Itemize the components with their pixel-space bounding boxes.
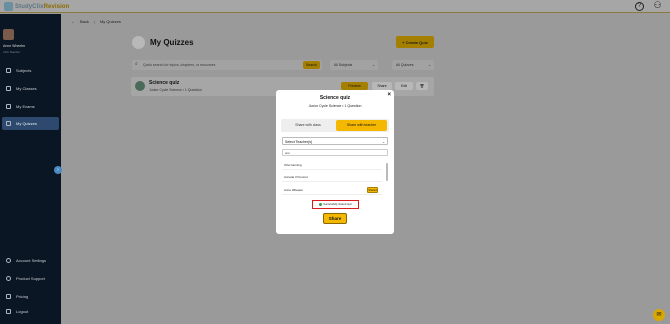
search-button[interactable]: Search (303, 61, 320, 69)
sidebar-item-label: Logout (16, 309, 29, 314)
tab-share-with-teacher[interactable]: Share with teacher (336, 120, 387, 131)
teacher-search-input[interactable]: ann (282, 149, 388, 156)
breadcrumb: ← Back | My Quizzes (71, 19, 121, 24)
help-icon[interactable]: ? (635, 2, 644, 11)
sidebar: Anne Wheeler Irish Teacher Subjects My C… (0, 14, 61, 324)
back-link[interactable]: Back (80, 19, 89, 24)
sidebar-item-product-support[interactable]: Product Support (2, 272, 59, 285)
user-name: Anne Wheeler (3, 44, 26, 48)
list-item[interactable]: Anne Wheeler Shared (282, 185, 382, 195)
logo-accent: Revision (43, 3, 70, 10)
list-item[interactable]: Annette O'Connor (282, 172, 382, 182)
sidebar-item-classes[interactable]: My Classes (2, 82, 59, 95)
app-logo[interactable]: StudyClixRevision (4, 2, 69, 11)
list-item[interactable]: Orla Canning (282, 160, 382, 170)
logo-text: StudyClix (15, 3, 44, 10)
sidebar-item-label: My Exams (16, 104, 35, 109)
sidebar-item-account-settings[interactable]: Account Settings (2, 254, 59, 267)
modal-title: Science quiz (319, 95, 351, 101)
quiz-card-icon (135, 81, 145, 91)
sidebar-item-label: Product Support (16, 276, 45, 281)
subjects-dropdown-value: All Subjects (334, 63, 353, 67)
quizzes-illustration-icon (132, 36, 145, 49)
chevron-down-icon: ⌄ (372, 63, 375, 67)
sidebar-item-quizzes[interactable]: My Quizzes (2, 117, 59, 130)
book-icon (6, 68, 11, 73)
check-icon (319, 203, 323, 206)
shared-badge[interactable]: Shared (367, 187, 378, 193)
gear-icon (6, 258, 11, 263)
user-icon[interactable]: ⚇ (653, 1, 662, 11)
classes-icon (6, 86, 11, 91)
edit-quiz-button[interactable]: Edit (395, 82, 413, 90)
quizzes-dropdown[interactable]: All Quizzes ⌄ (392, 60, 434, 70)
teacher-select-label: Select Teacher(s) (285, 140, 313, 144)
breadcrumb-current: My Quizzes (99, 19, 121, 24)
collapse-sidebar-button[interactable]: › (54, 166, 62, 174)
sidebar-item-logout[interactable]: Logout (2, 305, 59, 318)
quiz-icon (6, 121, 11, 126)
sidebar-item-label: My Quizzes (16, 121, 37, 126)
teacher-name: Anne Wheeler (284, 188, 304, 192)
tab-share-with-class[interactable]: Share with class (283, 120, 333, 131)
success-toast: Successfully shared quiz (312, 200, 359, 209)
chat-icon[interactable]: ✉ (653, 309, 665, 321)
share-tabs: Share with class Share with teacher (281, 119, 389, 132)
sidebar-item-exams[interactable]: My Exams (2, 100, 59, 113)
quiz-card-subtitle: Junior Cycle Science • 1 Question (149, 88, 202, 92)
share-quiz-modal: × Science quiz Junior Cycle Science • 1 … (276, 90, 394, 234)
teacher-name: Orla Canning (284, 163, 302, 167)
sidebar-item-pricing[interactable]: Pricing (2, 290, 59, 303)
modal-subtitle: Junior Cycle Science • 1 Question (308, 104, 362, 108)
delete-icon[interactable]: 🗑 (416, 82, 428, 90)
sidebar-item-label: Account Settings (16, 258, 47, 263)
search-icon: ⌕ (135, 61, 138, 67)
sidebar-item-label: Pricing (16, 294, 29, 299)
chevron-down-icon: ⌄ (428, 63, 431, 67)
sidebar-item-subjects[interactable]: Subjects (2, 64, 59, 77)
top-bar: StudyClixRevision ? ⚇ (0, 0, 670, 13)
teacher-name: Annette O'Connor (284, 175, 308, 179)
search-input[interactable]: Quick search for topics, chapters, or re… (132, 60, 322, 70)
back-arrow-icon[interactable]: ← (71, 19, 75, 24)
subjects-dropdown[interactable]: All Subjects ⌄ (330, 60, 378, 70)
sidebar-item-label: My Classes (16, 86, 37, 91)
pricing-icon (6, 294, 11, 299)
toast-text: Successfully shared quiz (323, 203, 352, 206)
quiz-card-title: Science quiz (149, 80, 180, 86)
list-scrollbar[interactable] (386, 163, 388, 181)
exams-icon (6, 104, 11, 109)
page-title: My Quizzes (150, 38, 194, 47)
preview-button[interactable]: Preview (341, 82, 368, 90)
avatar[interactable] (3, 29, 14, 40)
sidebar-item-label: Subjects (16, 68, 32, 73)
teacher-list: Orla Canning Annette O'Connor Anne Wheel… (282, 160, 388, 200)
quizzes-dropdown-value: All Quizzes (396, 63, 414, 67)
logo-icon (4, 2, 13, 11)
teacher-select[interactable]: Select Teacher(s) ⌄ (282, 137, 388, 145)
share-quiz-button[interactable]: Share (372, 82, 392, 90)
logout-icon (6, 309, 11, 314)
user-role: Irish Teacher (3, 50, 21, 54)
chevron-down-icon: ⌄ (382, 140, 385, 144)
breadcrumb-divider: | (93, 19, 95, 24)
support-icon (6, 276, 11, 281)
share-button[interactable]: Share (323, 213, 347, 224)
create-quiz-button[interactable]: + Create Quiz (396, 36, 434, 48)
